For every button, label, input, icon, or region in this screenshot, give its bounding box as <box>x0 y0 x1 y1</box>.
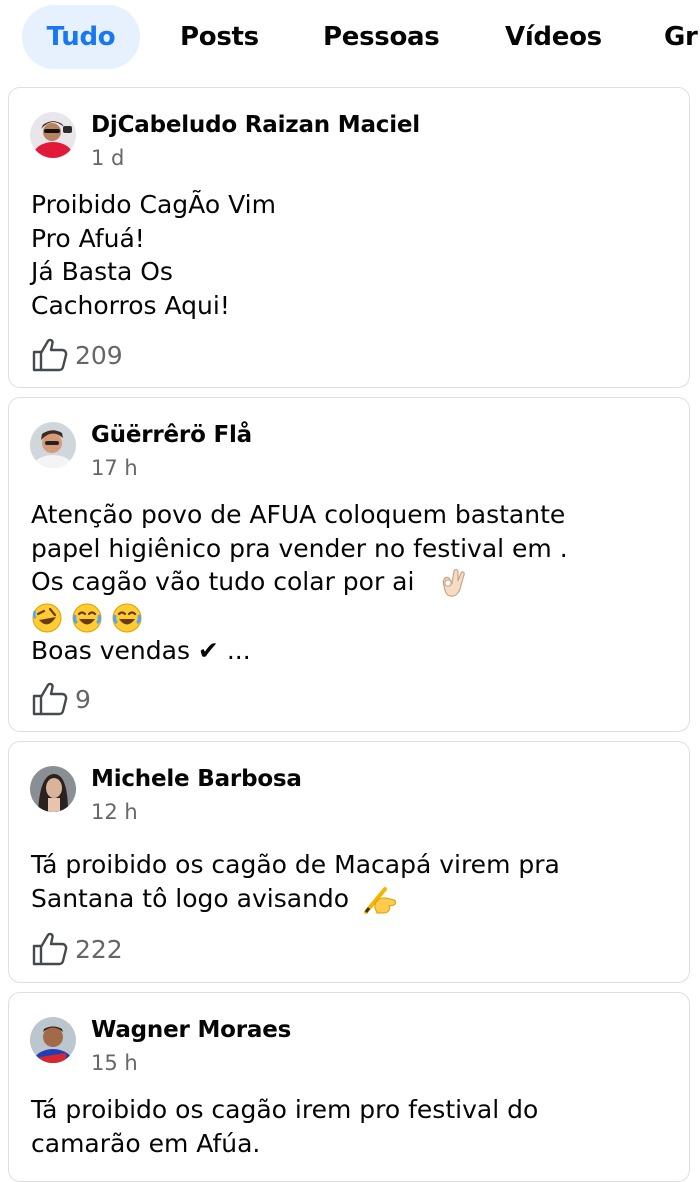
rofl-emoji-icon <box>32 603 62 633</box>
avatar[interactable] <box>30 1017 76 1063</box>
post-author[interactable]: Michele Barbosa <box>91 766 302 792</box>
post-body: Proibido CagÃo Vim Pro Afuá! Já Basta Os… <box>31 188 675 322</box>
post-text-line[interactable]: Boas vendas ✔ ... <box>31 634 675 668</box>
like-count-value: 222 <box>75 934 123 964</box>
post-text-line: Atenção povo de AFUA coloquem bastante <box>31 500 566 529</box>
tab-posts[interactable]: Posts <box>180 5 259 69</box>
post-text-line: Proibido CagÃo Vim <box>31 190 276 219</box>
post-author[interactable]: Wagner Moraes <box>91 1017 291 1043</box>
search-filter-tabs: Tudo Posts Pessoas Vídeos Gr <box>0 0 700 78</box>
post-time[interactable]: 15 h <box>91 1051 138 1075</box>
like-count[interactable]: 9 <box>31 681 91 717</box>
post-author[interactable]: DjCabeludo Raizan Maciel <box>91 112 420 138</box>
avatar[interactable] <box>30 766 76 812</box>
post-body: Tá proibido os cagão de Macapá virem pra… <box>31 848 675 916</box>
like-count[interactable]: 209 <box>31 337 123 373</box>
tab-pessoas[interactable]: Pessoas <box>323 5 440 69</box>
thumbs-up-icon <box>32 338 68 372</box>
avatar[interactable] <box>30 422 76 468</box>
post-card[interactable]: Wagner Moraes 15 h Tá proibido os cagão … <box>8 992 690 1182</box>
like-count-value: 9 <box>75 684 91 714</box>
tab-groups[interactable]: Gr <box>664 5 698 69</box>
post-body: Tá proibido os cagão irem pro festival d… <box>31 1093 675 1160</box>
post-text-line: Pro Afuá! <box>31 223 145 253</box>
post-text-line: Tá proibido os cagão irem pro festival d… <box>31 1095 539 1124</box>
post-text-line: Tá proibido os cagão de Macapá virem pra <box>31 850 560 879</box>
avatar[interactable] <box>30 112 76 158</box>
post-time[interactable]: 12 h <box>91 800 138 824</box>
post-card[interactable]: DjCabeludo Raizan Maciel 1 d Proibido Ca… <box>8 87 690 388</box>
like-count-value: 209 <box>75 340 123 370</box>
post-text-line: Cachorros Aqui! <box>31 290 230 320</box>
post-text-line: Santana tô logo avisando <box>31 882 675 916</box>
emoji-row <box>31 600 675 634</box>
post-text-line: papel higiênico pra vender no festival e… <box>31 533 568 563</box>
post-author[interactable]: Güërrêrö Flå <box>91 422 252 448</box>
post-text-line: Os cagão vão tudo colar por ai <box>31 565 675 600</box>
joy-emoji-icon <box>72 603 102 633</box>
post-body: Atenção povo de AFUA coloquem bastante p… <box>31 498 675 667</box>
post-text-line: Já Basta Os <box>31 257 173 286</box>
post-time[interactable]: 17 h <box>91 456 138 480</box>
thumbs-up-icon <box>32 682 68 716</box>
writing-hand-emoji-icon <box>364 886 397 914</box>
joy-emoji-icon <box>112 603 142 633</box>
post-text: Os cagão vão tudo colar por ai <box>31 567 415 596</box>
post-card[interactable]: Güërrêrö Flå 17 h Atenção povo de AFUA c… <box>8 397 690 732</box>
post-card[interactable]: Michele Barbosa 12 h Tá proibido os cagã… <box>8 741 690 983</box>
tab-tudo[interactable]: Tudo <box>22 5 140 69</box>
tab-videos[interactable]: Vídeos <box>505 5 602 69</box>
thumbs-up-icon <box>32 932 68 966</box>
post-text-line: camarão em Afúa. <box>31 1128 261 1158</box>
post-text: Santana tô logo avisando <box>31 883 350 913</box>
post-time[interactable]: 1 d <box>91 146 124 170</box>
ok-hand-emoji-icon <box>443 569 466 597</box>
like-count[interactable]: 222 <box>31 931 123 967</box>
